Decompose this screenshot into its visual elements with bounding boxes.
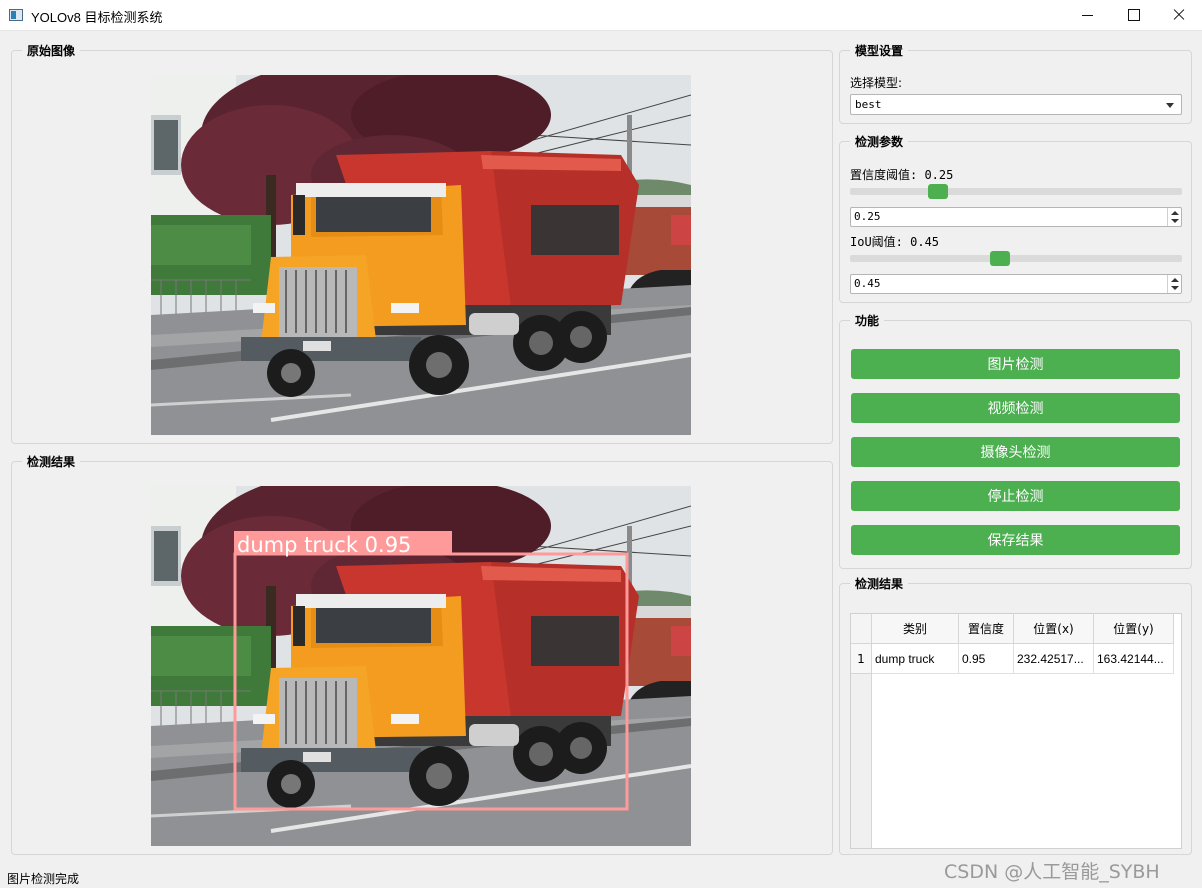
functions-title: 功能 xyxy=(850,312,885,329)
model-select[interactable]: best xyxy=(850,94,1182,115)
result-image: dump truck 0.95 xyxy=(151,486,691,846)
model-select-value: best xyxy=(855,98,882,111)
table-header-x[interactable]: 位置(x) xyxy=(1014,614,1094,644)
conf-spinbox-value: 0.25 xyxy=(854,210,881,223)
chevron-down-icon xyxy=(1166,103,1174,108)
model-settings-panel: 模型设置 选择模型: best xyxy=(839,42,1192,124)
result-image-title: 检测结果 xyxy=(22,453,81,470)
table-cell-class[interactable]: dump truck xyxy=(872,644,959,674)
detection-params-panel: 检测参数 置信度阈值: 0.25 0.25 IoU阈值: 0.45 0.45 xyxy=(839,133,1192,303)
conf-spinbox[interactable]: 0.25 xyxy=(850,207,1182,227)
original-image-title: 原始图像 xyxy=(22,42,81,59)
table-header-conf[interactable]: 置信度 xyxy=(959,614,1014,644)
arrow-down-icon[interactable] xyxy=(1171,219,1179,223)
app-icon xyxy=(9,9,23,21)
iou-slider-handle[interactable] xyxy=(990,251,1010,266)
arrow-up-icon[interactable] xyxy=(1171,211,1179,215)
close-button[interactable] xyxy=(1156,0,1202,30)
results-table-title: 检测结果 xyxy=(850,575,909,592)
image-detect-button[interactable]: 图片检测 xyxy=(851,349,1180,379)
original-image-panel: 原始图像 xyxy=(11,42,833,444)
iou-spinbox[interactable]: 0.45 xyxy=(850,274,1182,294)
video-detect-button[interactable]: 视频检测 xyxy=(851,393,1180,423)
result-image-panel: 检测结果 dump truck 0.95 xyxy=(11,453,833,855)
table-row-number[interactable]: 1 xyxy=(851,644,872,674)
table-header-y[interactable]: 位置(y) xyxy=(1094,614,1174,644)
model-settings-title: 模型设置 xyxy=(850,42,909,59)
conf-slider[interactable] xyxy=(850,184,1182,199)
arrow-up-icon[interactable] xyxy=(1171,278,1179,282)
table-cell-y[interactable]: 163.42144... xyxy=(1094,644,1174,674)
minimize-button[interactable] xyxy=(1064,0,1110,30)
iou-spinbox-value: 0.45 xyxy=(854,277,881,290)
window-titlebar: YOLOv8 目标检测系统 xyxy=(0,0,1202,31)
table-corner[interactable] xyxy=(851,614,872,644)
results-table[interactable]: 类别 置信度 位置(x) 位置(y) 1 dump truck 0.95 232… xyxy=(850,613,1182,849)
iou-threshold-label: IoU阈值: 0.45 xyxy=(850,235,940,249)
detection-params-title: 检测参数 xyxy=(850,133,909,150)
conf-slider-handle[interactable] xyxy=(928,184,948,199)
watermark: CSDN @人工智能_SYBH xyxy=(944,861,1160,883)
iou-slider[interactable] xyxy=(850,251,1182,266)
arrow-down-icon[interactable] xyxy=(1171,286,1179,290)
select-model-label: 选择模型: xyxy=(850,76,903,90)
status-text: 图片检测完成 xyxy=(7,872,80,886)
functions-panel: 功能 图片检测 视频检测 摄像头检测 停止检测 保存结果 xyxy=(839,312,1192,569)
stop-detect-button[interactable]: 停止检测 xyxy=(851,481,1180,511)
window-title: YOLOv8 目标检测系统 xyxy=(31,10,163,25)
table-header-class[interactable]: 类别 xyxy=(872,614,959,644)
results-table-panel: 检测结果 类别 置信度 位置(x) 位置(y) 1 dump truck 0.9… xyxy=(839,575,1192,855)
detection-label: dump truck 0.95 xyxy=(237,533,411,557)
iou-spinbox-buttons[interactable] xyxy=(1167,275,1181,293)
table-cell-conf[interactable]: 0.95 xyxy=(959,644,1014,674)
table-cell-x[interactable]: 232.42517... xyxy=(1014,644,1094,674)
save-result-button[interactable]: 保存结果 xyxy=(851,525,1180,555)
conf-spinbox-buttons[interactable] xyxy=(1167,208,1181,226)
table-row-header-strip xyxy=(851,674,872,848)
conf-threshold-label: 置信度阈值: 0.25 xyxy=(850,168,954,182)
camera-detect-button[interactable]: 摄像头检测 xyxy=(851,437,1180,467)
original-image xyxy=(151,75,691,435)
maximize-button[interactable] xyxy=(1110,0,1156,30)
